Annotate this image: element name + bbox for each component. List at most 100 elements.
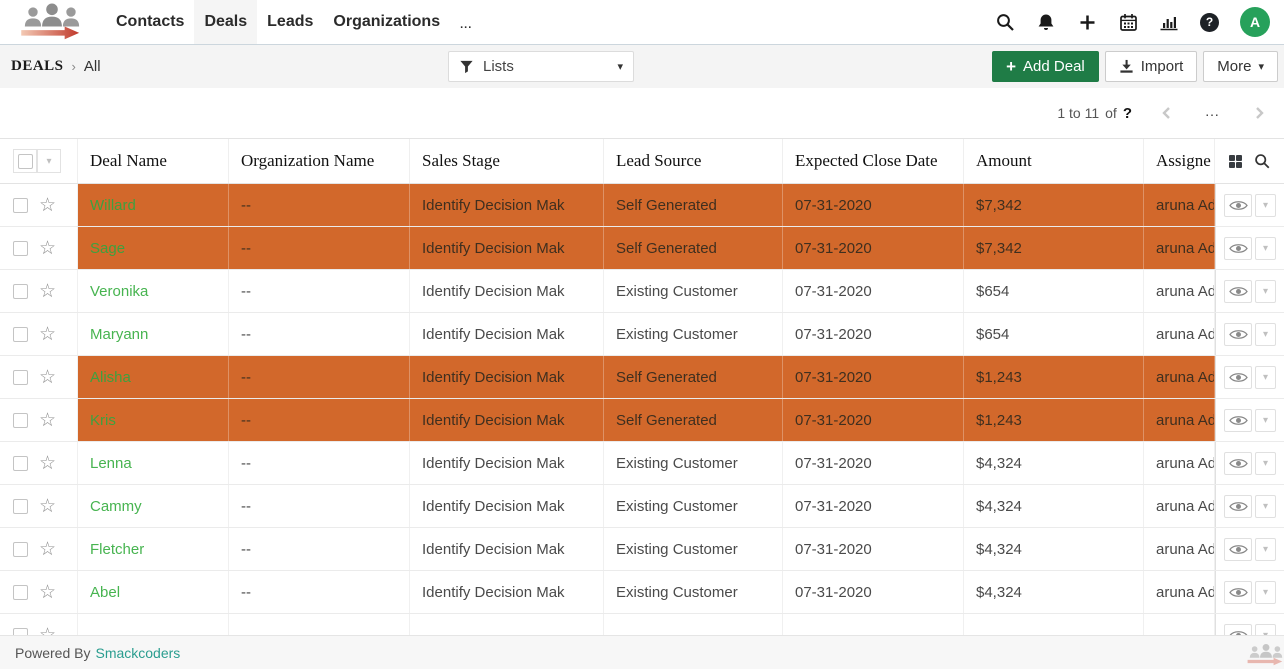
smackcoders-link[interactable]: Smackcoders [95, 645, 180, 661]
star-icon[interactable]: ☆ [39, 196, 56, 215]
deal-name-link[interactable]: Fletcher [90, 541, 144, 558]
select-all-checkbox[interactable] [18, 154, 33, 169]
deal-name-link[interactable]: Kris [90, 412, 116, 429]
row-checkbox[interactable] [13, 585, 28, 600]
deal-name-link[interactable]: Maryann [90, 326, 148, 343]
user-avatar[interactable]: A [1240, 7, 1270, 37]
star-icon[interactable]: ☆ [39, 454, 56, 473]
row-checkbox[interactable] [13, 542, 28, 557]
table-row[interactable]: ☆Fletcher--Identify Decision MakExisting… [0, 528, 1284, 571]
bell-icon[interactable] [1036, 12, 1056, 32]
app-logo[interactable] [0, 0, 106, 44]
row-more-button[interactable]: ▾ [1255, 194, 1276, 217]
star-icon[interactable]: ☆ [39, 282, 56, 301]
view-deal-button[interactable] [1224, 452, 1252, 475]
nav-more-modules[interactable]: ... [450, 0, 482, 44]
lead-source-cell: Self Generated [604, 184, 783, 226]
view-deal-button[interactable] [1224, 323, 1252, 346]
row-checkbox[interactable] [13, 198, 28, 213]
row-checkbox[interactable] [13, 284, 28, 299]
column-header-organization-name[interactable]: Organization Name [229, 139, 410, 183]
view-deal-button[interactable] [1224, 538, 1252, 561]
row-more-button[interactable]: ▾ [1255, 452, 1276, 475]
select-options-box[interactable]: ▾ [37, 149, 61, 173]
deal-name-link[interactable]: Cammy [90, 498, 142, 515]
row-more-button[interactable]: ▾ [1255, 624, 1276, 636]
search-icon[interactable] [995, 12, 1015, 32]
prev-page-button[interactable] [1156, 102, 1178, 124]
row-checkbox[interactable] [13, 327, 28, 342]
star-icon[interactable]: ☆ [39, 325, 56, 344]
view-deal-button[interactable] [1224, 280, 1252, 303]
deal-name-link[interactable]: Sage [90, 240, 125, 257]
view-deal-button[interactable] [1224, 237, 1252, 260]
star-icon[interactable]: ☆ [39, 368, 56, 387]
table-row[interactable]: ☆Veronika--Identify Decision MakExisting… [0, 270, 1284, 313]
row-checkbox[interactable] [13, 628, 28, 636]
deal-name-link[interactable]: Veronika [90, 283, 148, 300]
row-more-button[interactable]: ▾ [1255, 495, 1276, 518]
row-more-button[interactable]: ▾ [1255, 366, 1276, 389]
add-deal-button[interactable]: + Add Deal [992, 51, 1099, 82]
list-search-icon[interactable] [1254, 153, 1271, 170]
view-deal-button[interactable] [1224, 624, 1252, 636]
configure-columns-icon[interactable] [1229, 155, 1242, 168]
import-button[interactable]: Import [1105, 51, 1198, 82]
table-row[interactable]: ☆Abel--Identify Decision MakExisting Cus… [0, 571, 1284, 614]
quick-add-icon[interactable] [1077, 12, 1097, 32]
column-header-lead-source[interactable]: Lead Source [604, 139, 783, 183]
view-deal-button[interactable] [1224, 581, 1252, 604]
row-checkbox[interactable] [13, 456, 28, 471]
row-checkbox[interactable] [13, 499, 28, 514]
column-header-amount[interactable]: Amount [964, 139, 1144, 183]
page-jump-button[interactable]: ... [1202, 102, 1224, 124]
column-header-expected-close-date[interactable]: Expected Close Date [783, 139, 964, 183]
table-row[interactable]: ☆Kris--Identify Decision MakSelf Generat… [0, 399, 1284, 442]
row-checkbox[interactable] [13, 241, 28, 256]
nav-item-deals[interactable]: Deals [194, 0, 257, 44]
nav-item-contacts[interactable]: Contacts [106, 0, 194, 44]
calendar-icon[interactable] [1118, 12, 1138, 32]
row-more-button[interactable]: ▾ [1255, 280, 1276, 303]
deal-name-link[interactable]: Abel [90, 584, 120, 601]
row-more-button[interactable]: ▾ [1255, 581, 1276, 604]
star-icon[interactable]: ☆ [39, 626, 56, 636]
table-row[interactable]: ☆Lenna--Identify Decision MakExisting Cu… [0, 442, 1284, 485]
column-header-deal-name[interactable]: Deal Name [78, 139, 229, 183]
breadcrumb-module[interactable]: DEALS [11, 58, 64, 75]
deal-name-link[interactable]: Alisha [90, 369, 131, 386]
table-row[interactable]: ☆Sage--Identify Decision MakSelf Generat… [0, 227, 1284, 270]
column-header-assigne[interactable]: Assigne [1144, 139, 1215, 183]
star-icon[interactable]: ☆ [39, 583, 56, 602]
total-count-link[interactable]: ? [1123, 105, 1132, 122]
lists-dropdown[interactable]: Lists ▾ [448, 51, 634, 82]
more-button[interactable]: More ▾ [1203, 51, 1278, 82]
column-header-sales-stage[interactable]: Sales Stage [410, 139, 604, 183]
row-checkbox[interactable] [13, 413, 28, 428]
star-icon[interactable]: ☆ [39, 497, 56, 516]
next-page-button[interactable] [1248, 102, 1270, 124]
row-more-button[interactable]: ▾ [1255, 409, 1276, 432]
table-row[interactable]: ☆Cammy--Identify Decision MakExisting Cu… [0, 485, 1284, 528]
view-deal-button[interactable] [1224, 194, 1252, 217]
nav-item-leads[interactable]: Leads [257, 0, 323, 44]
deal-name-link[interactable]: Willard [90, 197, 136, 214]
row-checkbox[interactable] [13, 370, 28, 385]
view-deal-button[interactable] [1224, 495, 1252, 518]
table-row[interactable]: ☆Willard--Identify Decision MakSelf Gene… [0, 184, 1284, 227]
nav-item-organizations[interactable]: Organizations [323, 0, 450, 44]
star-icon[interactable]: ☆ [39, 411, 56, 430]
table-row[interactable]: ☆Maryann--Identify Decision MakExisting … [0, 313, 1284, 356]
row-more-button[interactable]: ▾ [1255, 323, 1276, 346]
row-more-button[interactable]: ▾ [1255, 237, 1276, 260]
table-row[interactable]: ☆Alisha--Identify Decision MakSelf Gener… [0, 356, 1284, 399]
star-icon[interactable]: ☆ [39, 540, 56, 559]
table-row-partial[interactable]: ☆▾ [0, 614, 1284, 635]
view-deal-button[interactable] [1224, 366, 1252, 389]
view-deal-button[interactable] [1224, 409, 1252, 432]
deal-name-link[interactable]: Lenna [90, 455, 132, 472]
star-icon[interactable]: ☆ [39, 239, 56, 258]
help-icon[interactable]: ? [1200, 13, 1219, 32]
reports-chart-icon[interactable] [1159, 12, 1179, 32]
row-more-button[interactable]: ▾ [1255, 538, 1276, 561]
